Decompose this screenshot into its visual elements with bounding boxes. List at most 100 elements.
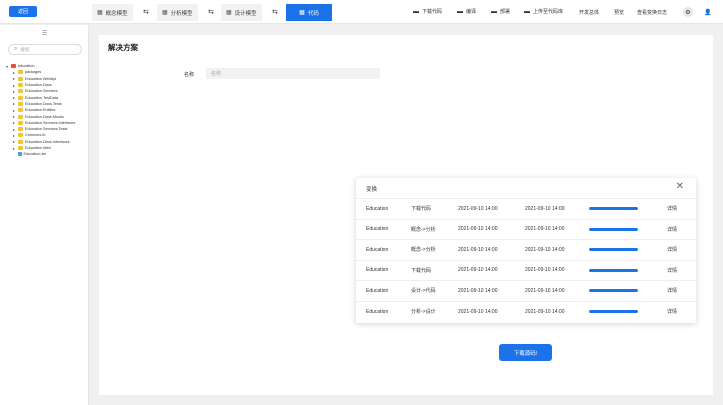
top-bar: 返回 ▦ 概念模型 ⇆ ▦ 分析模型 ⇆ ▦ 设计模型 ⇆ ▦ 代码 ▬ 下载代…: [0, 0, 723, 24]
tab-analysis-model[interactable]: ▦ 分析模型: [157, 4, 198, 21]
operation-cell: 概念->分析: [411, 226, 436, 233]
grid-icon: ▦: [162, 10, 168, 16]
compile-button[interactable]: ▬ 编译: [457, 8, 476, 16]
start-time-cell: 2021-09-10 14:00: [458, 287, 498, 294]
operation-cell: 下载代码: [411, 206, 432, 213]
operation-cell: 下载代码: [411, 267, 432, 274]
project-cell: Education: [366, 246, 389, 253]
table-row: Education 设计->代码 2021-09-10 14:00 2021-09-1…: [356, 281, 696, 302]
project-cell: Education: [366, 205, 389, 212]
folder-icon: [18, 108, 23, 113]
tab-label: 代码: [307, 10, 319, 17]
table-row: Education 下载代码 2021-09-10 14:00 2021-09-10 …: [356, 199, 696, 220]
project-cell: Education: [366, 267, 389, 274]
tree-item-label: CommonLib: [25, 133, 46, 138]
folder-icon: [18, 127, 23, 132]
upload-repo-button[interactable]: ▬ 上传至代码库: [524, 8, 564, 16]
end-time-cell: 2021-09-10 14:00: [525, 205, 565, 212]
folder-icon: [11, 64, 16, 69]
tree-item-label: Education.sln: [23, 152, 47, 157]
table-row: Education 概念->分析 2021-09-10 14:00 2021-09-1…: [356, 220, 696, 240]
view-log-button[interactable]: 查看变换日志: [637, 9, 667, 16]
start-time-cell: 2021-09-10 14:00: [458, 226, 498, 233]
folder-icon: [18, 114, 23, 119]
dialog-title: 变换: [366, 187, 378, 193]
project-cell: Education: [366, 226, 389, 233]
detail-link[interactable]: 详情: [667, 246, 677, 253]
tab-label: 设计模型: [234, 10, 257, 17]
tab-concept-model[interactable]: ▦ 概念模型: [92, 4, 133, 21]
progress-bar: [589, 248, 638, 252]
swap-icon[interactable]: ⇆: [272, 8, 278, 16]
folder-icon: [18, 101, 23, 106]
folder-icon: [18, 95, 23, 100]
page-title: 解决方案: [108, 43, 138, 52]
progress-fill: [589, 227, 638, 231]
tool-label: 部署: [500, 9, 511, 15]
table-row: Education 下载代码 2021-09-10 14:00 2021-09-10 …: [356, 261, 696, 281]
detail-link[interactable]: 详情: [667, 308, 677, 315]
download-source-button[interactable]: 下载源码!: [499, 344, 552, 361]
table-row: Education 概念->分析 2021-09-10 14:00 2021-09-1…: [356, 240, 696, 261]
swap-icon[interactable]: ⇆: [208, 8, 214, 16]
tree-item-label: Education.Services.Interfaces: [25, 120, 76, 125]
preview-button[interactable]: 预览: [614, 9, 624, 16]
transform-list: Education 下载代码 2021-09-10 14:00 2021-09-10 …: [356, 199, 696, 322]
detail-link[interactable]: 详情: [667, 267, 677, 274]
tree-item-label: Education.Entities: [25, 108, 56, 113]
tree-item[interactable]: Education.sln: [6, 151, 88, 157]
search-icon: ⌕: [14, 46, 18, 52]
progress-bar: [589, 227, 638, 231]
tree-item-label: Education.TestData: [25, 95, 58, 100]
tree-item-label: Education.Daos.Interfaces: [25, 139, 70, 144]
search-input[interactable]: [20, 47, 76, 52]
tab-code[interactable]: ▦ 代码: [286, 4, 332, 21]
folder-icon: [18, 83, 23, 88]
close-icon[interactable]: ✕: [676, 182, 684, 192]
progress-bar: [589, 310, 638, 314]
tree-item-label: Education.Daos.Mocks: [25, 114, 64, 119]
back-button[interactable]: 返回: [9, 6, 37, 17]
progress-fill: [589, 248, 638, 252]
deploy-button[interactable]: ▬ 部署: [491, 8, 511, 16]
settings-icon[interactable]: ⚙: [683, 7, 693, 17]
transform-dialog: 变换 ✕ Education 下载代码 2021-09-10 14:00 2021-0…: [356, 178, 696, 323]
detail-link[interactable]: 详情: [667, 205, 677, 212]
folder-icon: [18, 70, 23, 75]
detail-link[interactable]: 详情: [667, 287, 677, 294]
swap-icon[interactable]: ⇆: [143, 8, 149, 16]
progress-fill: [589, 268, 638, 272]
collapse-icon[interactable]: ☰: [42, 30, 47, 37]
tree-item-label: Education.WebApi: [25, 76, 57, 81]
file-icon: [18, 152, 22, 157]
search-box[interactable]: ⌕: [8, 44, 82, 55]
user-icon[interactable]: 👤: [703, 7, 713, 17]
end-time-cell: 2021-09-10 14:00: [525, 287, 565, 294]
download-code-button[interactable]: ▬ 下载代码: [413, 8, 442, 16]
folder-icon: [18, 120, 23, 125]
folder-icon: [18, 76, 23, 81]
progress-fill: [589, 310, 638, 314]
grid-icon: ▦: [97, 10, 103, 16]
tree-item-label: education: [18, 64, 35, 69]
tree-item-label: Education.Services.Tests: [25, 127, 68, 132]
sidebar: ☰ ⌕ ▾education▸packages▸Education.WebApi…: [0, 25, 89, 405]
tree-item-label: packages: [25, 70, 42, 75]
folder-icon: [18, 89, 23, 94]
overall-button[interactable]: 开发总体: [579, 9, 599, 16]
tab-design-model[interactable]: ▦ 设计模型: [221, 4, 262, 21]
tree-item-label: Education.Services: [25, 89, 58, 94]
detail-link[interactable]: 详情: [667, 226, 677, 233]
progress-fill: [589, 207, 638, 211]
end-time-cell: 2021-09-10 14:00: [525, 267, 565, 274]
tree-item-label: Education.Web: [25, 146, 51, 150]
tree-item-label: Education.Daos.Tests: [25, 101, 62, 106]
tool-label: 上传至代码库: [533, 9, 564, 15]
start-time-cell: 2021-09-10 14:00: [458, 246, 498, 253]
operation-cell: 设计->代码: [411, 288, 436, 295]
name-input[interactable]: [206, 68, 380, 79]
progress-bar: [589, 207, 638, 211]
grid-icon: ▦: [299, 10, 305, 16]
tab-label: 分析模型: [170, 10, 193, 17]
start-time-cell: 2021-09-10 14:00: [458, 308, 498, 315]
